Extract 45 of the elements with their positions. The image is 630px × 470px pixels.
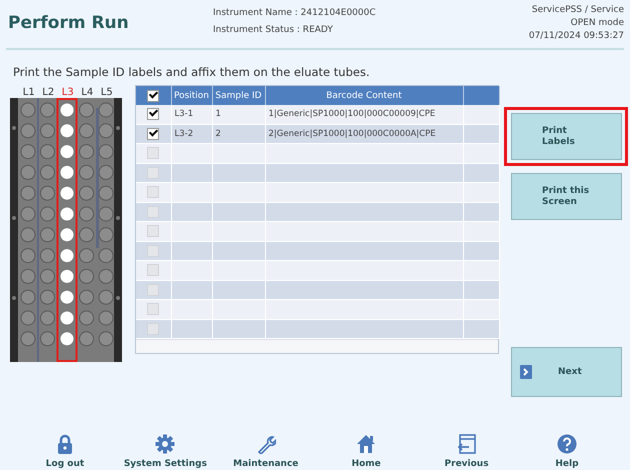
- lane-label: L5: [100, 87, 114, 98]
- table-cell: 2: [212, 124, 265, 144]
- row-checkbox[interactable]: [147, 147, 160, 160]
- row-checkbox[interactable]: [147, 128, 160, 140]
- lock-icon: [55, 434, 75, 454]
- lane-label: L4: [80, 87, 94, 98]
- print-button[interactable]: Print Labels: [511, 113, 622, 160]
- table-cell: 1: [212, 105, 265, 124]
- horizontal-scrollbar[interactable]: [136, 339, 498, 353]
- row-checkbox[interactable]: [147, 303, 160, 316]
- table-cell: L3-1: [171, 105, 212, 124]
- nav-button[interactable]: Log out: [22, 434, 108, 470]
- column-header: Position: [171, 86, 212, 105]
- mode-label: OPEN mode: [570, 17, 624, 30]
- column-header: Barcode Content: [265, 86, 463, 105]
- user-name: ServicePSS / Service: [530, 4, 624, 17]
- chevron-right-icon: [520, 365, 532, 379]
- row-checkbox[interactable]: [147, 225, 160, 238]
- instrument-name: Instrument Name : 2412104E0000C: [213, 8, 377, 18]
- nav-button[interactable]: Previous: [424, 434, 510, 470]
- settings-icon: [155, 434, 176, 454]
- nav-button[interactable]: Help: [524, 434, 610, 470]
- table-cell: L3-2: [171, 124, 212, 144]
- row-checkbox[interactable]: [147, 108, 160, 120]
- nav-button[interactable]: Maintenance: [222, 434, 309, 470]
- print-button[interactable]: Print this Screen: [511, 173, 622, 220]
- instrument-status: Instrument Status : READY: [213, 25, 334, 35]
- instruction-text: Print the Sample ID labels and affix them on the eluate tubes.: [13, 65, 371, 79]
- nav-button[interactable]: Home: [323, 434, 410, 470]
- row-checkbox[interactable]: [147, 186, 160, 198]
- home-icon: [356, 434, 376, 454]
- column-header: Sample ID: [212, 86, 265, 105]
- next-button[interactable]: Next: [511, 347, 622, 397]
- date-time: 07/11/2024 09:53:27: [528, 30, 624, 43]
- lane-label: L2: [41, 87, 56, 98]
- table-cell: 2|Generic|SP1000|100|000C0000A|CPE: [265, 124, 463, 144]
- select-all-checkbox[interactable]: [147, 90, 160, 102]
- lane-label: L1: [22, 87, 36, 98]
- lane-label: L3: [60, 87, 75, 98]
- table-cell: 1|Generic|SP1000|100|000C00009|CPE: [265, 105, 463, 124]
- help-icon: [556, 434, 577, 454]
- wrench-icon: [256, 434, 276, 454]
- row-checkbox[interactable]: [147, 264, 160, 276]
- page-title: Perform Run: [7, 12, 130, 33]
- nav-button[interactable]: System Settings: [122, 434, 208, 470]
